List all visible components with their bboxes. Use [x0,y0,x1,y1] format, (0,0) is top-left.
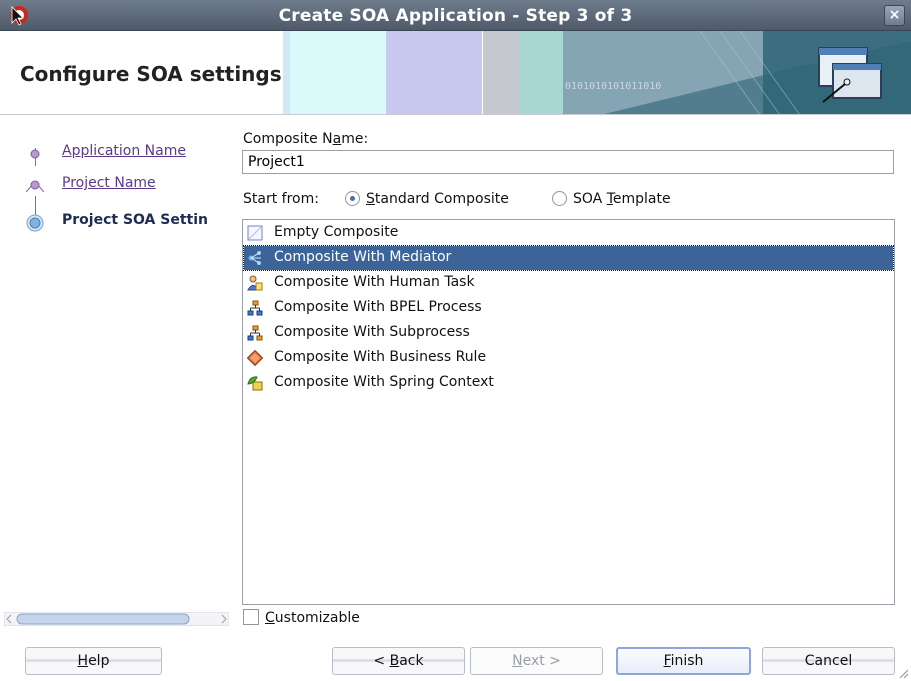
checkbox-box[interactable] [243,609,259,625]
template-item-selected[interactable]: Composite With Mediator [243,245,894,271]
header-banner: Configure SOA settings 0101010101011010 [0,31,911,115]
step-label[interactable]: Application Name [62,143,186,159]
template-item[interactable]: Composite With BPEL Process [244,296,893,320]
back-button[interactable]: < Back [332,647,465,675]
standard-composite-radio[interactable]: Standard Composite [345,191,509,207]
spring-context-icon [247,376,263,391]
finish-button[interactable]: Finish [616,647,751,675]
business-rule-icon [247,350,263,366]
template-item[interactable]: Composite With Spring Context [244,371,893,395]
human-task-icon [247,275,263,291]
mediator-icon [248,251,261,265]
page-heading: Configure SOA settings [20,62,282,86]
step-project-soa-settings[interactable]: Project SOA Settin [0,211,231,235]
help-button[interactable]: Help [25,647,162,675]
wizard-steps-panel: Application Name Project Name Project SO… [0,116,231,610]
title-bar[interactable]: Create SOA Application - Step 3 of 3 × [0,0,911,31]
composite-name-input[interactable] [242,150,894,174]
step-application-name[interactable]: Application Name [0,142,231,166]
step-current-icon [26,214,44,232]
create-soa-application-dialog: Create SOA Application - Step 3 of 3 × C… [0,0,911,681]
composite-template-list[interactable]: Empty Composite Composite With Mediator … [242,219,895,605]
start-from-label: Start from: [243,191,319,207]
template-item[interactable]: Empty Composite [244,221,893,245]
empty-composite-icon [247,225,263,241]
template-item[interactable]: Composite With Business Rule [244,346,893,370]
customizable-checkbox[interactable]: Customizable [243,609,360,626]
soa-template-radio[interactable]: SOA Template [552,191,671,207]
banner-binary-text: 0101010101011010 [565,81,662,92]
resize-grip-icon[interactable] [897,667,909,679]
composite-name-label: Composite Name: [243,131,369,147]
close-window-button[interactable]: × [884,5,905,26]
next-button[interactable]: Next > [470,647,603,675]
step-project-name[interactable]: Project Name [0,174,231,198]
wizard-windows-icon [818,47,882,103]
step-label: Project SOA Settin [62,212,208,228]
step-done-icon [30,149,40,159]
template-item[interactable]: Composite With Human Task [244,271,893,295]
step-label[interactable]: Project Name [62,175,156,191]
radio-selected-icon[interactable] [345,191,360,206]
steps-horizontal-scrollbar[interactable] [4,612,229,626]
window-title: Create SOA Application - Step 3 of 3 [278,6,633,26]
step-done-icon [26,180,44,192]
template-item[interactable]: Composite With Subprocess [244,321,893,345]
bpel-process-icon [247,300,263,316]
cancel-button[interactable]: Cancel [762,647,895,675]
radio-unselected-icon[interactable] [552,191,567,206]
subprocess-icon [247,325,263,341]
